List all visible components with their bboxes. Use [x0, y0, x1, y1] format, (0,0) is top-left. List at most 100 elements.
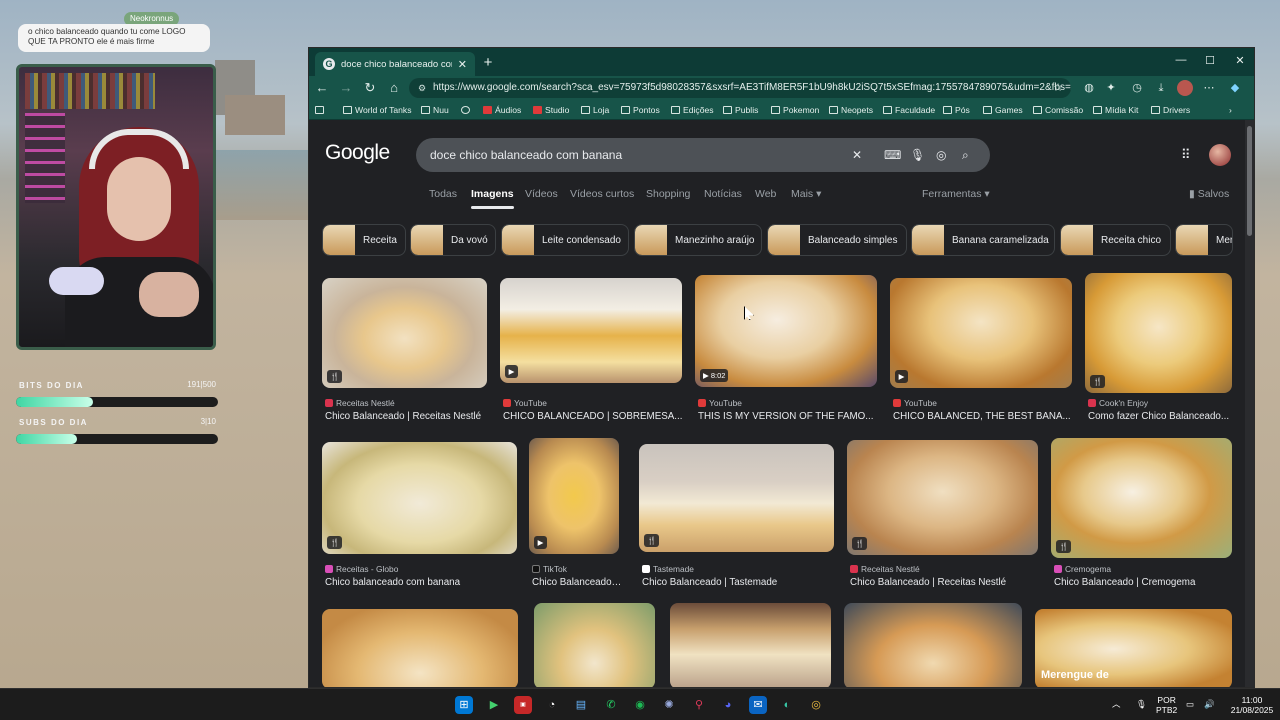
tab-web[interactable]: Web: [755, 188, 776, 200]
bookmark-pos[interactable]: Pós: [943, 103, 970, 117]
obs-icon[interactable]: ◔: [543, 696, 561, 714]
image-result[interactable]: [534, 603, 655, 687]
app-icon[interactable]: ▣: [514, 696, 532, 714]
bookmark-pontos[interactable]: Pontos: [621, 103, 660, 117]
tray-overflow-icon[interactable]: ︿: [1112, 699, 1121, 709]
chip-merengue[interactable]: Mer: [1175, 224, 1233, 256]
volume-icon[interactable]: 🔊: [1204, 699, 1215, 709]
chip-receita[interactable]: Receita: [322, 224, 406, 256]
close-window-button[interactable]: ✕: [1230, 54, 1250, 67]
puzzle-icon[interactable]: ✦: [1103, 80, 1119, 96]
bookmark-nuu[interactable]: Nuu: [421, 103, 449, 117]
voice-search-icon[interactable]: 🎙: [910, 138, 925, 172]
microphone-icon[interactable]: 🎙: [1136, 699, 1147, 709]
clock[interactable]: 11:00 21/08/2025: [1228, 695, 1276, 715]
chip-banana-caramelizada[interactable]: Banana caramelizada: [911, 224, 1055, 256]
minimize-button[interactable]: —: [1171, 54, 1191, 66]
saved-link[interactable]: ▮ Salvos: [1189, 188, 1229, 200]
tools-menu[interactable]: Ferramentas ▾: [922, 188, 990, 200]
lens-icon[interactable]: ◎: [936, 138, 946, 172]
copilot-icon[interactable]: ◆: [1227, 80, 1243, 96]
image-result[interactable]: 🍴 Receitas Nestlé Chico Balanceado | Rec…: [322, 278, 487, 428]
outlook-icon[interactable]: ✉: [749, 696, 767, 714]
bookmark-comissao[interactable]: Comissão: [1033, 103, 1083, 117]
profile-icon[interactable]: [1177, 80, 1193, 96]
image-result[interactable]: ▶ 8:02 YouTube THIS IS MY VERSION OF THE…: [695, 275, 877, 428]
keyboard-icon[interactable]: ⌨: [884, 138, 901, 172]
bookmark-pokemon[interactable]: Pokemon: [771, 103, 819, 117]
bookmark-star-icon[interactable]: ☆: [1053, 78, 1063, 98]
forward-button[interactable]: →: [337, 79, 355, 97]
bookmark-neopets[interactable]: Neopets: [829, 103, 873, 117]
history-icon[interactable]: ◷: [1129, 80, 1145, 96]
whatsapp-icon[interactable]: ✆: [602, 696, 620, 714]
tab-imagens[interactable]: Imagens: [471, 188, 514, 209]
notepad-icon[interactable]: ▤: [572, 696, 590, 714]
bookmark-globe-icon[interactable]: [461, 103, 473, 117]
image-result[interactable]: Merengue de: [1035, 609, 1232, 687]
image-result[interactable]: [844, 603, 1022, 687]
browser-tab[interactable]: G doce chico balanceado com banana ✕: [315, 52, 475, 76]
image-result[interactable]: 🍴 Receitas - Globo Chico balanceado com …: [322, 442, 517, 592]
search-box[interactable]: doce chico balanceado com banana ✕ ⌨ 🎙 ◎…: [416, 138, 990, 172]
discord-icon[interactable]: ◕: [719, 696, 737, 714]
app-icon[interactable]: ✺: [660, 696, 678, 714]
bookmark-games[interactable]: Games: [983, 103, 1023, 117]
bookmark-studio[interactable]: Studio: [533, 103, 569, 117]
chrome-icon[interactable]: ◎: [807, 696, 825, 714]
extension-icon[interactable]: ◍: [1081, 80, 1097, 96]
tab-shopping[interactable]: Shopping: [646, 188, 690, 200]
bookmark-drivers[interactable]: Drivers: [1151, 103, 1190, 117]
chip-leite-condensado[interactable]: Leite condensado: [501, 224, 629, 256]
tab-videos-curtos[interactable]: Vídeos curtos: [570, 188, 634, 200]
new-tab-button[interactable]: +: [479, 54, 497, 72]
tab-todas[interactable]: Todas: [429, 188, 457, 200]
image-result[interactable]: ▶ TikTok Chico Balanceado:...: [529, 438, 622, 592]
chip-da-vovo[interactable]: Da vovó: [410, 224, 496, 256]
google-logo[interactable]: Google: [325, 141, 390, 165]
reload-button[interactable]: ↻: [361, 79, 379, 97]
image-result[interactable]: 🍴 Tastemade Chico Balanceado | Tastemade: [639, 444, 834, 592]
bookmark-faculdade[interactable]: Faculdade: [883, 103, 935, 117]
image-result[interactable]: [670, 603, 831, 687]
chip-manezinho-araujo[interactable]: Manezinho araújo: [634, 224, 762, 256]
image-result[interactable]: 🍴 Cook'n Enjoy Como fazer Chico Balancea…: [1085, 273, 1232, 428]
image-result[interactable]: ▶ YouTube CHICO BALANCEADO | SOBREMESA..…: [500, 278, 682, 428]
back-button[interactable]: ←: [313, 79, 331, 97]
bookmark-publis[interactable]: Publis: [723, 103, 758, 117]
chip-balanceado-simples[interactable]: Balanceado simples: [767, 224, 907, 256]
maximize-button[interactable]: ☐: [1200, 54, 1220, 67]
search-input[interactable]: doce chico balanceado com banana: [430, 148, 622, 162]
site-info-icon[interactable]: ⚙: [418, 78, 426, 98]
account-avatar[interactable]: [1209, 144, 1231, 166]
sidebar-toggle-icon[interactable]: [315, 103, 327, 117]
more-bookmarks-icon[interactable]: ›: [1229, 103, 1232, 117]
download-icon[interactable]: ⤓: [1153, 80, 1169, 96]
address-bar[interactable]: ⚙ https://www.google.com/search?sca_esv=…: [409, 78, 1071, 98]
image-result[interactable]: 🍴 Receitas Nestlé Chico Balanceado | Rec…: [847, 440, 1038, 592]
search-icon[interactable]: ⌕: [962, 138, 969, 172]
bookmark-audios[interactable]: Áudios: [483, 103, 521, 117]
tab-mais[interactable]: Mais ▾: [791, 188, 821, 200]
menu-dots-icon[interactable]: ⋯: [1201, 80, 1217, 96]
chip-receita-chico[interactable]: Receita chico: [1060, 224, 1171, 256]
page-scrollbar[interactable]: [1245, 120, 1254, 687]
bookmark-midia-kit[interactable]: Mídia Kit: [1093, 103, 1138, 117]
network-icon[interactable]: ▭: [1186, 699, 1194, 709]
image-result[interactable]: 🍴 Cremogema Chico Balanceado | Cremogema: [1051, 438, 1232, 592]
apps-grid-icon[interactable]: ⠿: [1181, 148, 1195, 162]
bookmark-edicoes[interactable]: Edições: [671, 103, 714, 117]
tab-noticias[interactable]: Notícias: [704, 188, 742, 200]
spotify-icon[interactable]: ◉: [631, 696, 649, 714]
clear-search-icon[interactable]: ✕: [852, 138, 862, 172]
tab-videos[interactable]: Vídeos: [525, 188, 558, 200]
scrollbar-thumb[interactable]: [1247, 126, 1252, 236]
maps-pin-icon[interactable]: ⚲: [690, 696, 708, 714]
close-tab-icon[interactable]: ✕: [458, 58, 467, 71]
image-result[interactable]: [322, 609, 518, 687]
language-indicator[interactable]: POR PTB2: [1156, 695, 1177, 715]
image-result[interactable]: ▶ YouTube CHICO BALANCED, THE BEST BANA.…: [890, 278, 1072, 428]
bookmark-world-of-tanks[interactable]: World of Tanks: [343, 103, 412, 117]
media-player-icon[interactable]: ▶: [485, 696, 503, 714]
home-button[interactable]: ⌂: [385, 79, 403, 97]
